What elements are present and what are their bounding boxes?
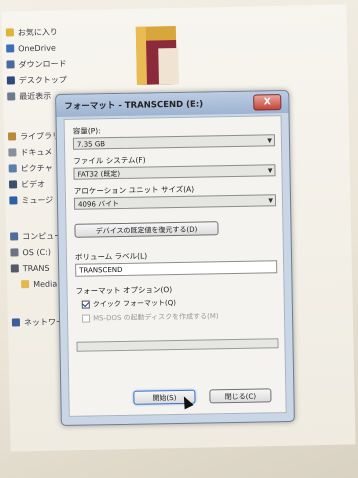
capacity-label: 容量(P): bbox=[72, 126, 101, 136]
cloud-icon bbox=[6, 44, 15, 53]
nav-item-transcend[interactable]: TRANS bbox=[10, 261, 50, 276]
nav-item-videos[interactable]: ビデオ bbox=[8, 177, 45, 192]
chevron-down-icon: ▼ bbox=[267, 167, 273, 175]
nav-item-onedrive[interactable]: OneDrive bbox=[6, 41, 56, 56]
quick-format-checkbox[interactable]: クイック フォーマット(Q) bbox=[81, 298, 176, 310]
chevron-down-icon: ▼ bbox=[267, 137, 273, 145]
nav-item-network[interactable]: ネットワー bbox=[11, 314, 64, 329]
nav-item-documents[interactable]: ドキュメ bbox=[8, 145, 52, 160]
music-icon bbox=[9, 196, 18, 205]
allocation-label: アロケーション ユニット サイズ(A) bbox=[73, 184, 195, 196]
desktop-icon bbox=[6, 76, 15, 85]
close-button[interactable]: 閉じる(C) bbox=[209, 388, 272, 404]
nav-item-music[interactable]: ミュージ bbox=[9, 193, 53, 208]
download-icon bbox=[6, 60, 15, 69]
checkbox-icon bbox=[81, 314, 91, 323]
nav-item-downloads[interactable]: ダウンロード bbox=[6, 56, 67, 71]
network-icon bbox=[11, 318, 21, 327]
volume-label-caption: ボリューム ラベル(L) bbox=[74, 251, 148, 262]
checkbox-checked-icon bbox=[81, 300, 90, 309]
filesystem-select[interactable]: FAT32 (既定) ▼ bbox=[73, 164, 276, 180]
recent-icon bbox=[7, 92, 16, 101]
computer-icon bbox=[10, 232, 19, 241]
nav-item-recent[interactable]: 最近表示 bbox=[7, 89, 51, 104]
drive-icon bbox=[10, 248, 19, 257]
chevron-down-icon: ▼ bbox=[268, 197, 274, 205]
video-icon bbox=[8, 180, 18, 189]
format-progress-bar bbox=[76, 338, 279, 352]
format-options-label: フォーマット オプション(O) bbox=[75, 285, 173, 296]
folder-icon bbox=[135, 26, 179, 85]
format-dialog: フォーマット - TRANSCEND (E:) X 容量(P): 7.35 GB… bbox=[55, 89, 295, 427]
document-icon bbox=[8, 148, 17, 157]
volume-label-input[interactable]: TRANSCEND bbox=[75, 260, 278, 277]
nav-item-desktop[interactable]: デスクトップ bbox=[6, 72, 67, 87]
nav-item-os-drive[interactable]: OS (C:) bbox=[10, 245, 51, 260]
capacity-select[interactable]: 7.35 GB ▼ bbox=[72, 134, 276, 150]
library-icon bbox=[7, 132, 17, 141]
nav-item-media[interactable]: Media bbox=[21, 277, 57, 292]
picture-icon bbox=[8, 164, 17, 173]
dialog-title: フォーマット - TRANSCEND (E:) bbox=[64, 99, 204, 112]
dialog-body: 容量(P): 7.35 GB ▼ ファイル システム(F) FAT32 (既定) ▼… bbox=[63, 115, 287, 417]
nav-item-favorites[interactable]: お気に入り bbox=[5, 24, 58, 39]
nav-item-computer[interactable]: コンピュー bbox=[10, 228, 62, 243]
star-icon bbox=[5, 28, 14, 37]
photo-background: お気に入り OneDrive ダウンロード デスクトップ 最近表示 ライブラリ … bbox=[0, 0, 358, 478]
nav-item-pictures[interactable]: ピクチャ bbox=[8, 161, 53, 176]
dialog-titlebar[interactable]: フォーマット - TRANSCEND (E:) X bbox=[56, 91, 289, 118]
restore-defaults-button[interactable]: デバイスの既定値を復元する(D) bbox=[74, 221, 219, 238]
usb-drive-icon bbox=[10, 264, 19, 273]
close-icon[interactable]: X bbox=[253, 94, 282, 111]
navigation-pane: お気に入り OneDrive ダウンロード デスクトップ 最近表示 ライブラリ … bbox=[5, 23, 126, 327]
allocation-select[interactable]: 4096 バイト ▼ bbox=[73, 194, 277, 210]
filesystem-label: ファイル システム(F) bbox=[73, 155, 146, 166]
folder-icon bbox=[21, 280, 30, 289]
nav-item-libraries[interactable]: ライブラリ bbox=[7, 128, 60, 143]
msdos-boot-checkbox[interactable]: MS-DOS の起動ディスクを作成する(M) bbox=[81, 311, 219, 323]
